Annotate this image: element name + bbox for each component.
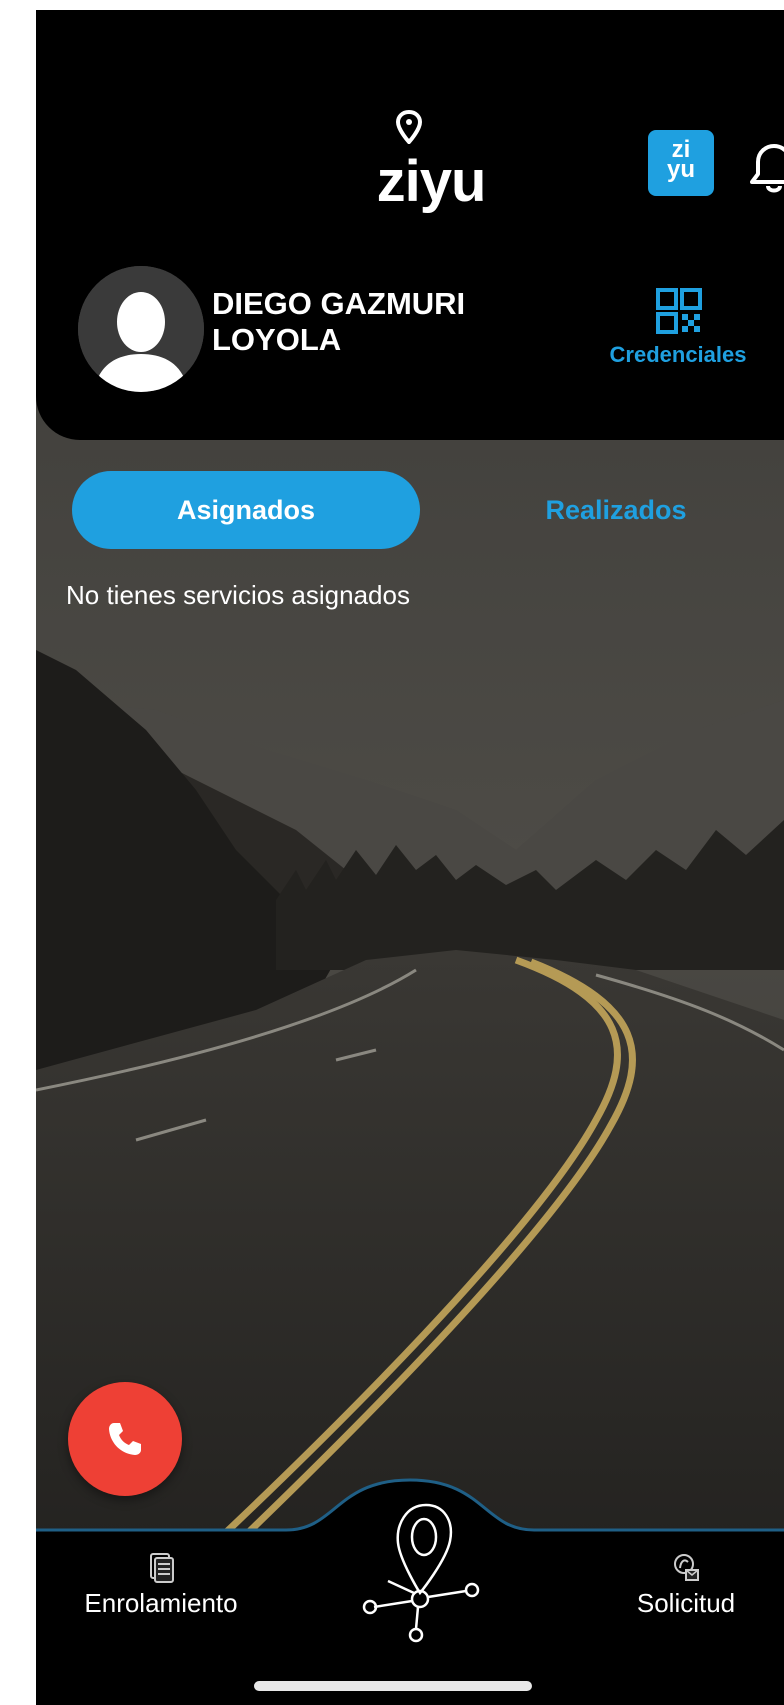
empty-services-message: No tienes servicios asignados (66, 580, 410, 610)
logo-text: ziyu (376, 149, 487, 214)
avatar (78, 266, 204, 392)
ziyu-badge-button[interactable]: zi yu (648, 130, 714, 196)
badge-line-2: yu (666, 156, 695, 183)
home-indicator[interactable] (254, 1681, 532, 1691)
tab-asignados[interactable]: Asignados (72, 471, 420, 549)
request-icon (674, 1554, 699, 1581)
nav-solicitud[interactable]: Solicitud (606, 1550, 766, 1619)
location-network-icon (362, 1503, 480, 1643)
center-location-button[interactable] (358, 1495, 488, 1645)
document-icon (150, 1553, 174, 1583)
location-pin-icon (396, 110, 422, 144)
app-header: ziyu · zi yu DIEGO GAZMURI LOYOLA Creden… (36, 10, 784, 440)
phone-icon (109, 1423, 141, 1455)
ziyu-logo: ziyu · (366, 110, 496, 214)
credentials-button[interactable]: Credenciales (598, 286, 768, 376)
nav-solicitud-label: Solicitud (636, 1588, 736, 1618)
bell-icon[interactable] (744, 138, 784, 198)
nav-enrolamiento[interactable]: Enrolamiento (66, 1550, 256, 1619)
qr-code-icon (656, 288, 702, 334)
phone-screen: ziyu · zi yu DIEGO GAZMURI LOYOLA Creden… (36, 10, 784, 1705)
tab-realizados[interactable]: Realizados (476, 471, 756, 549)
nav-enrolamiento-label: Enrolamiento (84, 1588, 238, 1618)
user-name: DIEGO GAZMURI LOYOLA (212, 286, 466, 357)
credentials-label: Credenciales (609, 342, 747, 367)
